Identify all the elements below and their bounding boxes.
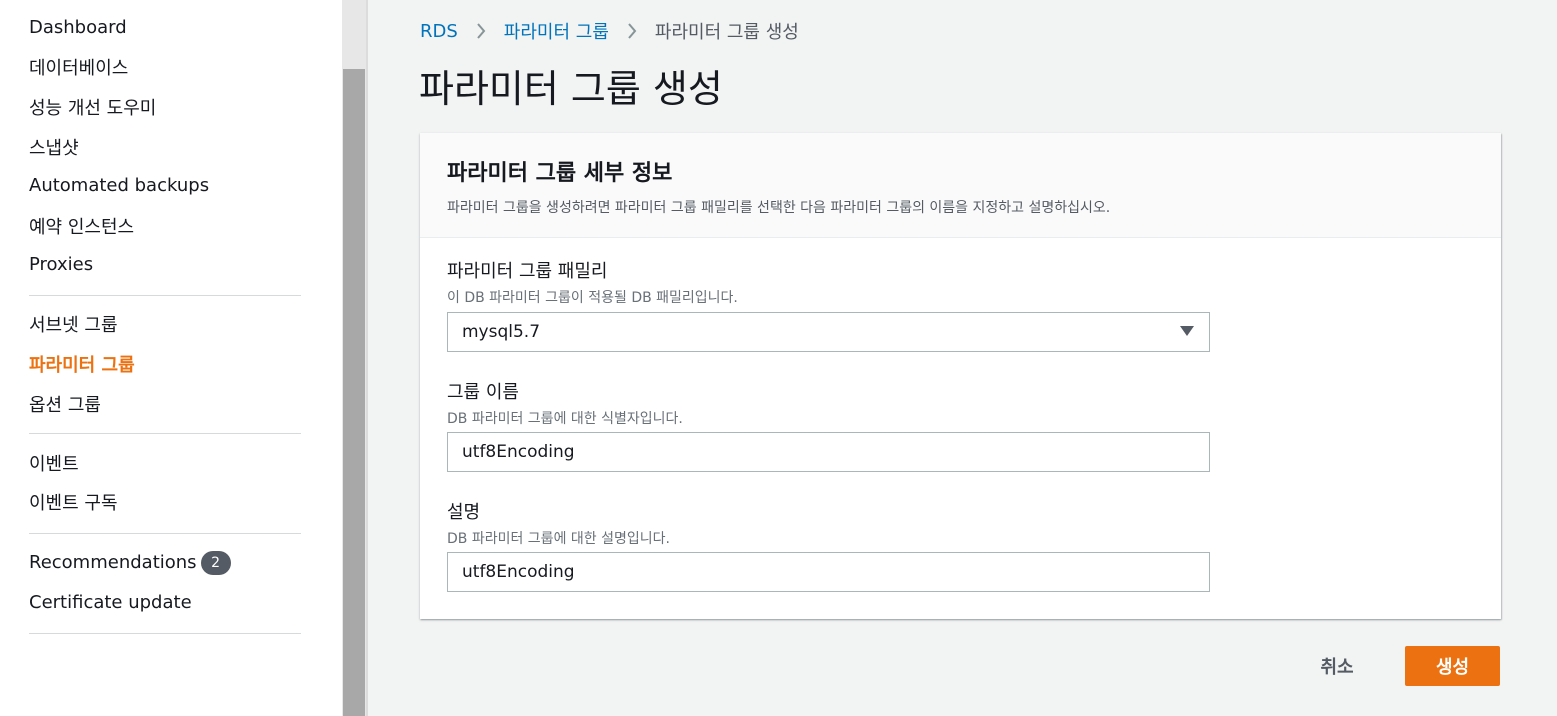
sidebar-item-automated-backups[interactable]: Automated backups (29, 175, 209, 196)
breadcrumb-rds[interactable]: RDS (420, 21, 458, 42)
chevron-right-icon (627, 23, 637, 39)
sidebar-edge (366, 0, 368, 716)
group-name-field: 그룹 이름 DB 파라미터 그룹에 대한 식별자입니다. (447, 378, 1210, 472)
sidebar-item-option-groups[interactable]: 옵션 그룹 (29, 391, 101, 417)
create-button[interactable]: 생성 (1405, 646, 1500, 686)
family-label: 파라미터 그룹 패밀리 (447, 261, 608, 282)
group-name-label: 그룹 이름 (447, 382, 519, 403)
cancel-button[interactable]: 취소 (1302, 646, 1372, 686)
count-badge: 2 (200, 551, 231, 575)
panel-description: 파라미터 그룹을 생성하려면 파라미터 그룹 패밀리를 선택한 다음 파라미터 … (447, 200, 1111, 216)
sidebar-item-databases[interactable]: 데이터베이스 (29, 54, 128, 80)
page-title: 파라미터 그룹 생성 (419, 67, 723, 111)
sidebar-nav: Dashboard 데이터베이스 성능 개선 도우미 스냅샷 Automated… (0, 0, 342, 716)
sidebar-item-proxies[interactable]: Proxies (29, 254, 93, 275)
sidebar-divider (29, 633, 301, 634)
sidebar-item-subnet-groups[interactable]: 서브넷 그룹 (29, 311, 118, 337)
breadcrumb-parameter-groups[interactable]: 파라미터 그룹 (504, 18, 609, 44)
description-field: 설명 DB 파라미터 그룹에 대한 설명입니다. (447, 498, 1210, 592)
sidebar-divider (29, 433, 301, 434)
sidebar-divider (29, 533, 301, 534)
breadcrumb: RDS 파라미터 그룹 파라미터 그룹 생성 (420, 18, 799, 44)
sidebar-item-parameter-groups[interactable]: 파라미터 그룹 (29, 351, 135, 377)
sidebar-item-event-subscriptions[interactable]: 이벤트 구독 (29, 489, 118, 515)
scrollbar-thumb[interactable] (343, 69, 365, 716)
panel-title: 파라미터 그룹 세부 정보 (447, 161, 673, 186)
sidebar-item-certificate-update[interactable]: Certificate update (29, 592, 192, 613)
sidebar-item-events[interactable]: 이벤트 (29, 450, 79, 476)
family-field: 파라미터 그룹 패밀리 이 DB 파라미터 그룹이 적용될 DB 패밀리입니다.… (447, 257, 1210, 352)
sidebar-item-snapshots[interactable]: 스냅샷 (29, 134, 79, 160)
breadcrumb-current: 파라미터 그룹 생성 (654, 22, 799, 43)
group-name-description: DB 파라미터 그룹에 대한 식별자입니다. (447, 411, 683, 427)
sidebar-item-recommendations[interactable]: Recommendations 2 (29, 551, 231, 575)
sidebar-item-performance-insights[interactable]: 성능 개선 도우미 (29, 94, 156, 120)
caret-down-icon (1179, 322, 1195, 342)
sidebar-item-dashboard[interactable]: Dashboard (29, 17, 127, 38)
description-label: 설명 (447, 502, 481, 523)
chevron-right-icon (476, 23, 486, 39)
family-description: 이 DB 파라미터 그룹이 적용될 DB 패밀리입니다. (447, 290, 738, 306)
panel-header: 파라미터 그룹 세부 정보 파라미터 그룹을 생성하려면 파라미터 그룹 패밀리… (420, 133, 1501, 238)
sidebar-item-reserved-instances[interactable]: 예약 인스턴스 (29, 213, 134, 239)
sidebar-divider (29, 295, 301, 296)
family-selected-value: mysql5.7 (462, 322, 541, 342)
sidebar-item-label: Recommendations (29, 552, 197, 573)
parameter-group-details-panel: 파라미터 그룹 세부 정보 파라미터 그룹을 생성하려면 파라미터 그룹 패밀리… (420, 133, 1501, 619)
description-description: DB 파라미터 그룹에 대한 설명입니다. (447, 531, 670, 547)
group-name-input[interactable] (447, 432, 1210, 472)
description-input[interactable] (447, 552, 1210, 592)
family-select[interactable]: mysql5.7 (447, 312, 1210, 352)
